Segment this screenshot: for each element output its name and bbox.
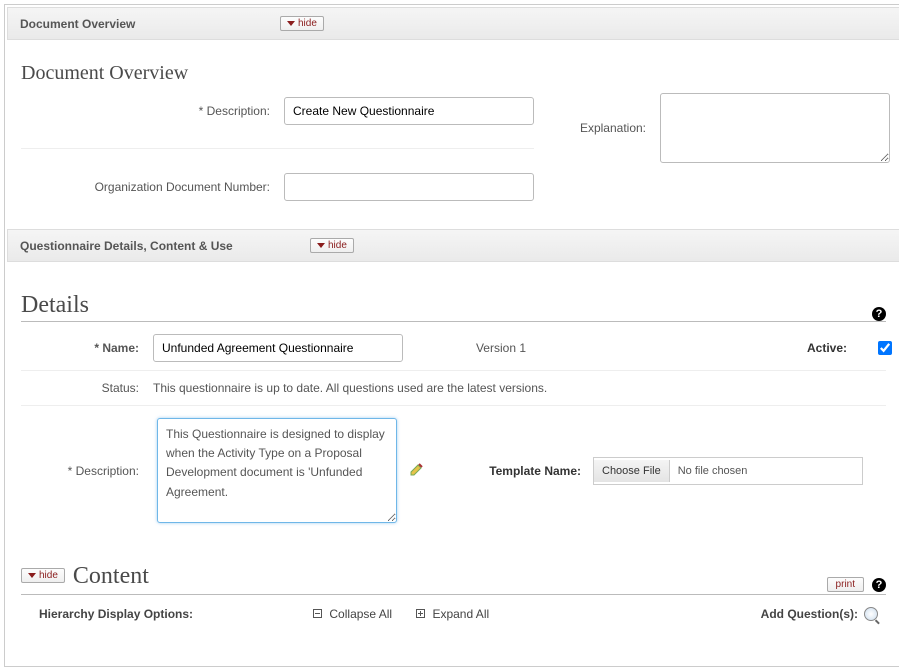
hide-label: hide	[298, 18, 317, 29]
collapse-all-text: Collapse All	[329, 607, 392, 621]
print-button[interactable]: print	[827, 577, 864, 592]
org-doc-num-label: Organization Document Number:	[21, 180, 276, 194]
template-name-label: Template Name:	[451, 464, 581, 478]
app-frame: Document Overview hide Document Overview…	[4, 4, 899, 667]
active-label: Active:	[687, 341, 847, 355]
status-label: Status:	[25, 381, 145, 395]
caret-down-icon	[28, 573, 36, 578]
minus-icon	[313, 609, 322, 618]
org-doc-num-input[interactable]	[284, 173, 534, 201]
name-input[interactable]	[153, 334, 403, 362]
content-options-row: Hierarchy Display Options: Collapse All …	[21, 595, 886, 625]
hide-label: hide	[39, 570, 58, 581]
qdetails-header: Questionnaire Details, Content & Use hid…	[7, 229, 899, 262]
hide-button-content[interactable]: hide	[21, 568, 65, 583]
edit-description-icon[interactable]	[409, 461, 439, 480]
explanation-textarea[interactable]	[660, 93, 890, 163]
collapse-all-link[interactable]: Collapse All	[313, 607, 392, 621]
active-checkbox[interactable]	[878, 341, 892, 355]
description-input[interactable]	[284, 97, 534, 125]
overview-form: * Description: Explanation: Organization…	[21, 93, 886, 201]
doc-overview-header-title: Document Overview	[20, 17, 280, 31]
expand-all-link[interactable]: Expand All	[416, 607, 489, 621]
hide-label: hide	[328, 240, 347, 251]
expand-all-text: Expand All	[432, 607, 489, 621]
doc-overview-header: Document Overview hide	[7, 7, 899, 40]
caret-down-icon	[287, 21, 295, 26]
hide-button-overview[interactable]: hide	[280, 16, 324, 31]
description-label: * Description:	[21, 104, 276, 118]
search-icon[interactable]	[864, 607, 878, 621]
details-status-row: Status: This questionnaire is up to date…	[21, 371, 886, 406]
hierarchy-display-label: Hierarchy Display Options:	[39, 607, 193, 621]
details-desc-textarea[interactable]	[157, 418, 397, 523]
plus-icon	[416, 609, 425, 618]
details-body: Details ? * Name: Version 1 Active: Stat…	[7, 262, 899, 635]
hide-button-qdetails[interactable]: hide	[310, 238, 354, 253]
details-heading-row: Details ?	[21, 280, 886, 322]
file-status-text: No file chosen	[670, 465, 756, 477]
template-file-input[interactable]: Choose File No file chosen	[593, 457, 863, 485]
doc-overview-body: Document Overview * Description: Explana…	[7, 40, 899, 211]
caret-down-icon	[317, 243, 325, 248]
help-icon[interactable]: ?	[872, 307, 886, 321]
doc-overview-title: Document Overview	[21, 62, 886, 85]
details-name-row: * Name: Version 1 Active:	[21, 326, 886, 371]
content-title: Content	[73, 563, 149, 590]
content-heading-row: hide Content print ?	[21, 563, 886, 595]
add-question-label: Add Question(s):	[761, 607, 858, 621]
name-label: * Name:	[25, 341, 145, 355]
status-text: This questionnaire is up to date. All qu…	[153, 381, 882, 395]
qdetails-header-title: Questionnaire Details, Content & Use	[20, 239, 310, 253]
explanation-label: Explanation:	[542, 121, 652, 135]
version-text: Version 1	[411, 341, 591, 355]
choose-file-button[interactable]: Choose File	[594, 460, 670, 482]
details-desc-label: * Description:	[25, 464, 145, 478]
details-title: Details	[21, 292, 89, 319]
details-desc-row: * Description: Template Name: Choose Fil…	[21, 406, 886, 535]
help-icon[interactable]: ?	[872, 578, 886, 592]
